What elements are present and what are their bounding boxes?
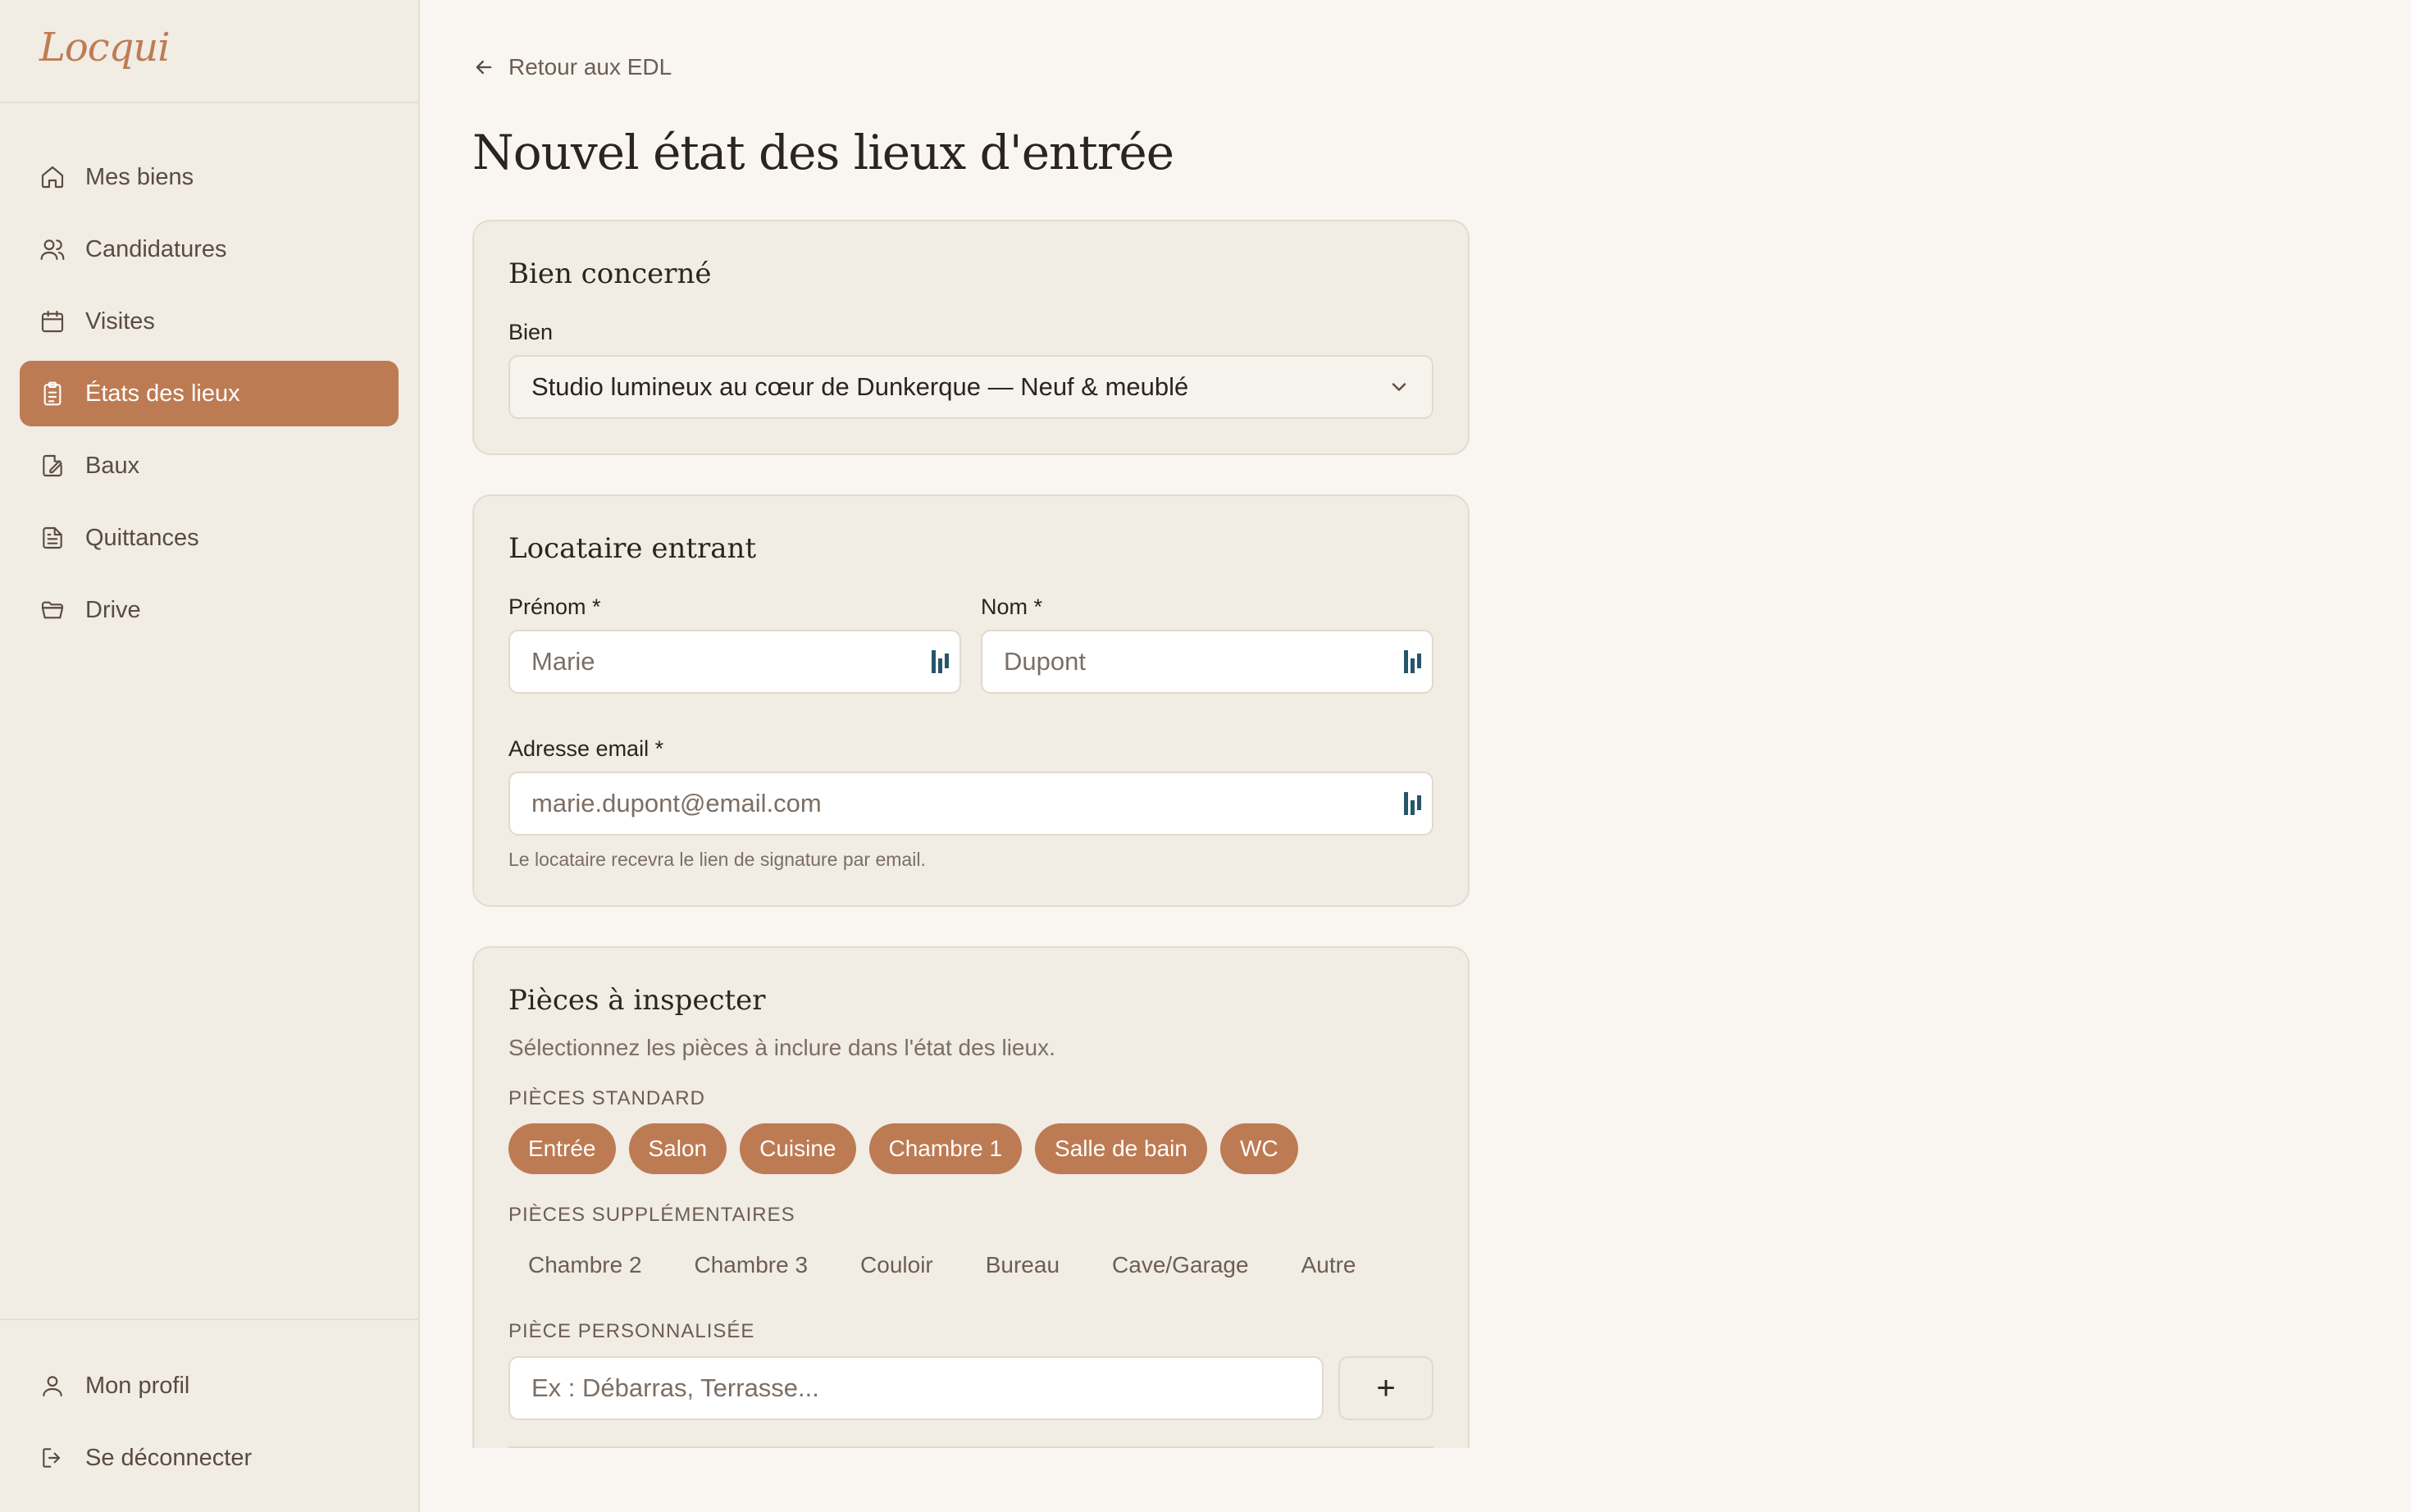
autofill-icon[interactable]	[1402, 790, 1424, 817]
sidebar-item-label: Baux	[85, 452, 140, 479]
logo-area: Locqui	[0, 0, 418, 103]
sidebar-item-label: Visites	[85, 307, 155, 335]
back-link[interactable]: Retour aux EDL	[472, 49, 672, 85]
sidebar-item-visites[interactable]: Visites	[20, 289, 399, 354]
bien-card-title: Bien concerné	[508, 257, 712, 290]
email-placeholder: marie.dupont@email.com	[531, 789, 822, 817]
prenom-label: Prénom *	[508, 594, 601, 619]
bien-selected-value: Studio lumineux au cœur de Dunkerque — N…	[531, 372, 1189, 401]
nom-input[interactable]: Dupont	[981, 630, 1433, 694]
sidebar-nav: Mes biens Candidatures Visites États des…	[0, 103, 418, 643]
main-content: Retour aux EDL Nouvel état des lieux d'e…	[420, 0, 2411, 1512]
arrow-left-icon	[476, 60, 492, 75]
sidebar-item-mes-biens[interactable]: Mes biens	[20, 144, 399, 210]
app-logo[interactable]: Locqui	[39, 25, 379, 71]
user-icon	[39, 1373, 66, 1399]
sidebar-item-label: Drive	[85, 596, 141, 623]
pieces-card-title: Pièces à inspecter	[508, 984, 766, 1017]
autofill-icon[interactable]	[1402, 649, 1424, 675]
sidebar-item-baux[interactable]: Baux	[20, 433, 399, 499]
chip-chambre-2[interactable]: Chambre 2	[508, 1240, 662, 1291]
bien-card: Bien concerné Bien Studio lumineux au cœ…	[472, 220, 1470, 455]
standard-chips: Entrée Salon Cuisine Chambre 1 Salle de …	[508, 1123, 1433, 1174]
standard-section-label: PIÈCES STANDARD	[508, 1087, 705, 1109]
nom-label: Nom *	[981, 594, 1043, 619]
custom-room-input[interactable]: Ex : Débarras, Terrasse...	[508, 1356, 1324, 1420]
pieces-card: Pièces à inspecter Sélectionnez les pièc…	[472, 946, 1470, 1448]
sidebar-item-label: Se déconnecter	[85, 1444, 253, 1471]
pieces-subtitle: Sélectionnez les pièces à inclure dans l…	[508, 1035, 1055, 1060]
locataire-card-title: Locataire entrant	[508, 532, 757, 565]
clipboard-icon	[39, 380, 66, 407]
chip-couloir[interactable]: Couloir	[841, 1240, 953, 1291]
nom-group: Nom * Dupont	[981, 594, 1433, 694]
add-room-button[interactable]: +	[1338, 1356, 1433, 1420]
email-help-text: Le locataire recevra le lien de signatur…	[508, 849, 926, 870]
sidebar-item-label: Mon profil	[85, 1372, 190, 1399]
prenom-placeholder: Marie	[531, 647, 595, 676]
chip-chambre-1[interactable]: Chambre 1	[868, 1123, 1023, 1174]
sidebar-item-candidatures[interactable]: Candidatures	[20, 216, 399, 282]
email-input[interactable]: marie.dupont@email.com	[508, 772, 1433, 836]
sidebar-item-etats-des-lieux[interactable]: États des lieux	[20, 361, 399, 426]
custom-room-row: Ex : Débarras, Terrasse... +	[508, 1356, 1433, 1420]
chip-chambre-3[interactable]: Chambre 3	[675, 1240, 828, 1291]
bien-label: Bien	[508, 320, 554, 344]
supp-chips: Chambre 2 Chambre 3 Couloir Bureau Cave/…	[508, 1240, 1433, 1291]
home-icon	[39, 164, 66, 190]
nom-placeholder: Dupont	[1004, 647, 1086, 676]
prenom-group: Prénom * Marie	[508, 594, 961, 694]
chip-salle-de-bain[interactable]: Salle de bain	[1035, 1123, 1207, 1174]
supp-section-label: PIÈCES SUPPLÉMENTAIRES	[508, 1204, 795, 1226]
custom-section-label: PIÈCE PERSONNALISÉE	[508, 1320, 755, 1342]
chevron-down-icon	[1392, 383, 1406, 391]
chip-salon[interactable]: Salon	[628, 1123, 727, 1174]
sidebar-item-label: Mes biens	[85, 163, 194, 190]
name-row: Prénom * Marie Nom * Dupont	[508, 594, 1433, 694]
back-link-label: Retour aux EDL	[508, 54, 672, 80]
divider	[508, 1446, 1433, 1448]
sidebar-item-label: Quittances	[85, 524, 199, 551]
folder-icon	[39, 597, 66, 623]
chip-cave-garage[interactable]: Cave/Garage	[1092, 1240, 1269, 1291]
receipt-icon	[39, 525, 66, 551]
chip-cuisine[interactable]: Cuisine	[740, 1123, 856, 1174]
prenom-input[interactable]: Marie	[508, 630, 961, 694]
chip-wc[interactable]: WC	[1219, 1123, 1298, 1174]
locataire-card: Locataire entrant Prénom * Marie Nom * D…	[472, 494, 1470, 907]
chip-autre[interactable]: Autre	[1282, 1240, 1376, 1291]
edit-document-icon	[39, 453, 66, 479]
sidebar-item-label: Candidatures	[85, 235, 227, 262]
chip-entree[interactable]: Entrée	[508, 1123, 616, 1174]
users-icon	[39, 236, 66, 262]
sidebar-item-label: États des lieux	[85, 380, 240, 407]
bien-select[interactable]: Studio lumineux au cœur de Dunkerque — N…	[508, 355, 1433, 419]
sidebar-footer: Mon profil Se déconnecter	[0, 1318, 418, 1512]
sidebar-item-mon-profil[interactable]: Mon profil	[20, 1353, 399, 1419]
logout-icon	[39, 1445, 66, 1471]
sidebar-item-drive[interactable]: Drive	[20, 577, 399, 643]
email-label: Adresse email *	[508, 736, 664, 761]
custom-room-placeholder: Ex : Débarras, Terrasse...	[531, 1373, 819, 1402]
page-title: Nouvel état des lieux d'entrée	[472, 125, 1174, 180]
sidebar-item-quittances[interactable]: Quittances	[20, 505, 399, 571]
chip-bureau[interactable]: Bureau	[966, 1240, 1079, 1291]
sidebar: Locqui Mes biens Candidatures Visites Ét…	[0, 0, 420, 1512]
sidebar-item-logout[interactable]: Se déconnecter	[20, 1425, 399, 1491]
calendar-icon	[39, 308, 66, 335]
autofill-icon[interactable]	[930, 649, 951, 675]
